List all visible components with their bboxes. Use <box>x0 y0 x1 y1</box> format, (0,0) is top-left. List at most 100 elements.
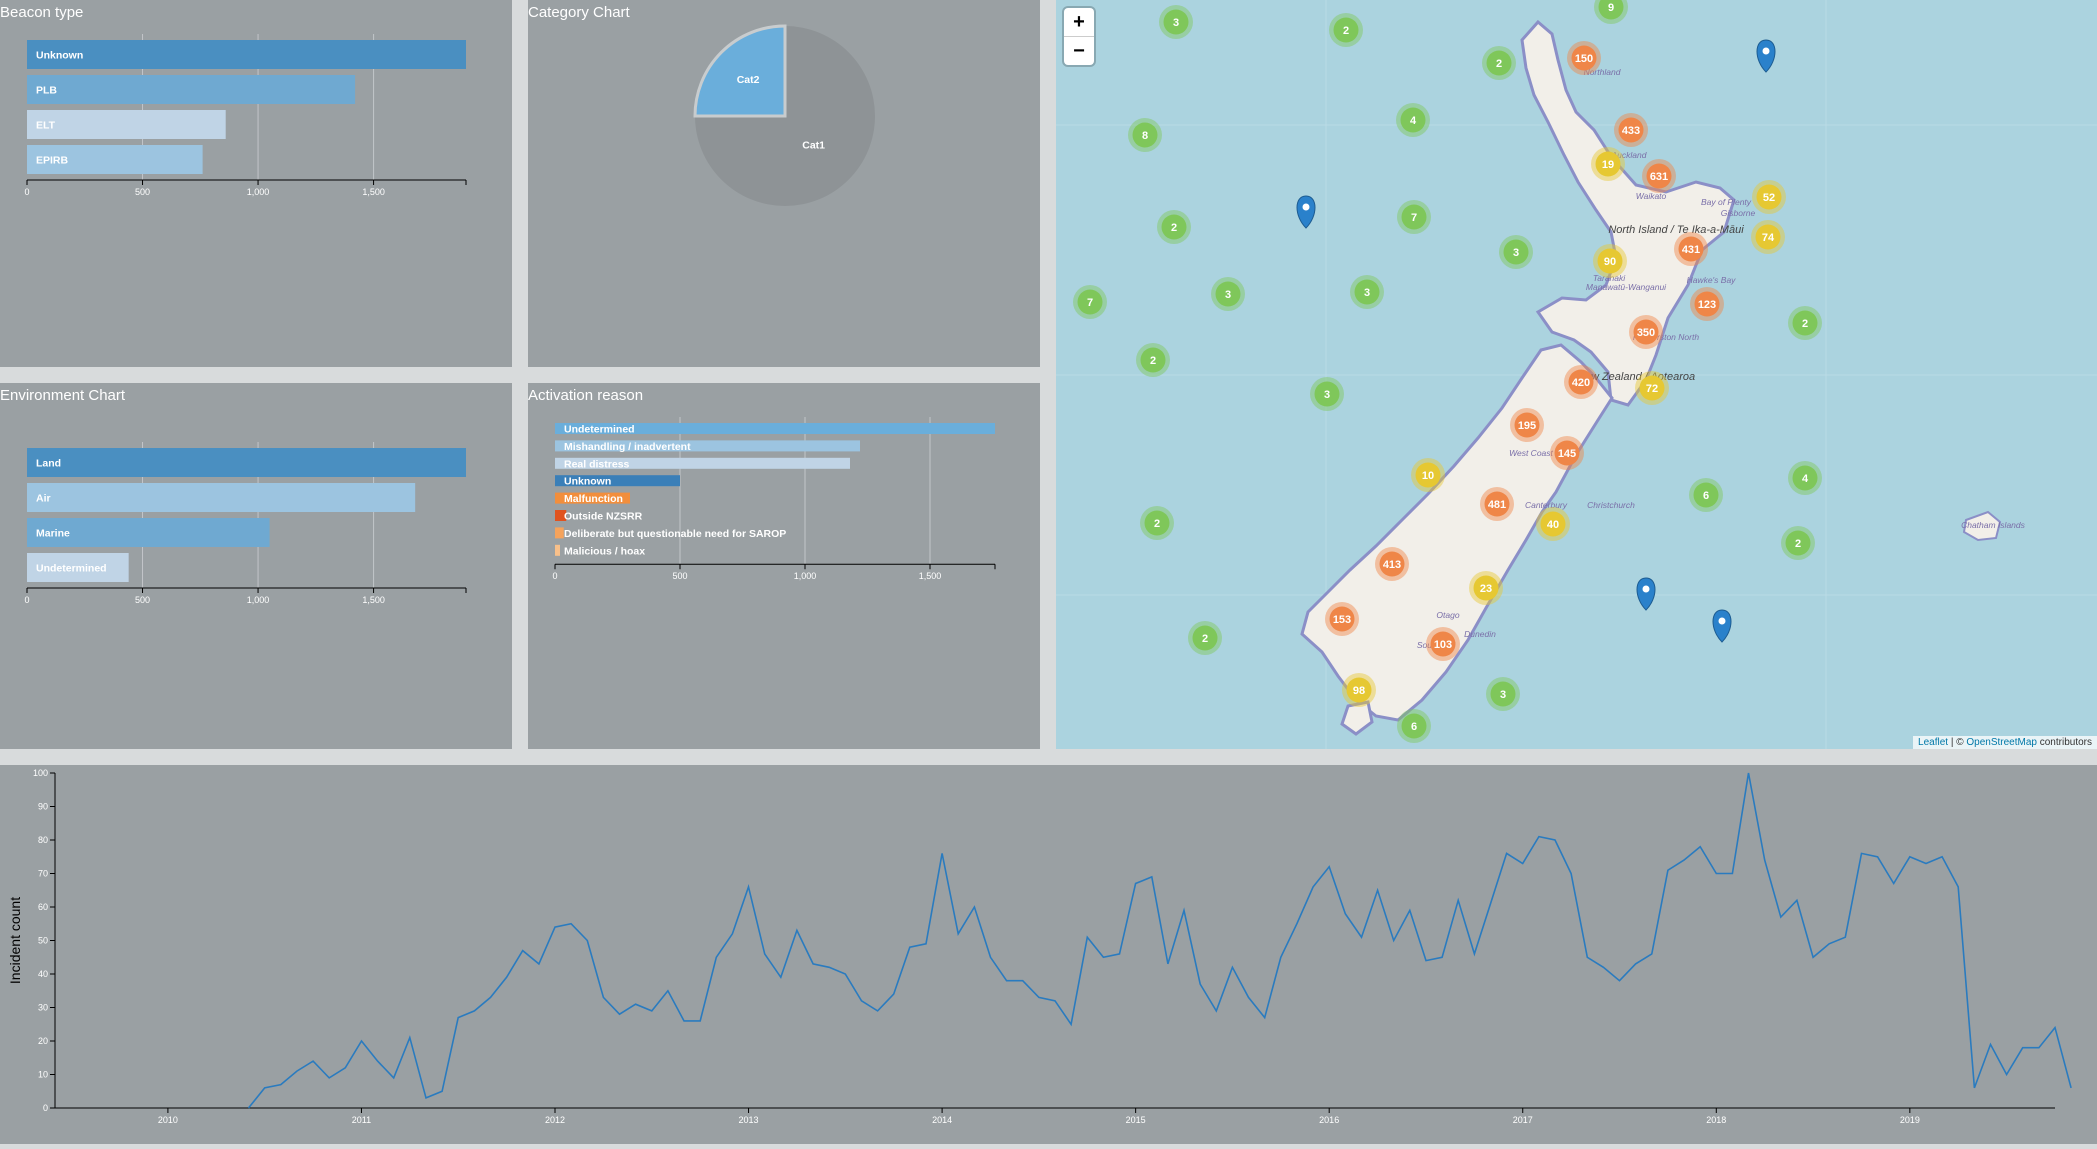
map-marker-pin-icon[interactable] <box>1712 609 1732 643</box>
map-cluster[interactable]: 90 <box>1593 244 1627 278</box>
map-place-label: Chatham Islands <box>1961 520 2026 530</box>
map-cluster[interactable]: 2 <box>1482 46 1516 80</box>
map-cluster[interactable]: 23 <box>1469 571 1503 605</box>
map-cluster[interactable]: 7 <box>1073 285 1107 319</box>
map-canvas[interactable]: NorthlandAucklandWaikatoBay of PlentyGis… <box>1056 0 2097 749</box>
environment-x-tick-label: 1,500 <box>362 595 385 605</box>
environment-bar-label: Undetermined <box>36 563 107 575</box>
map-cluster[interactable]: 98 <box>1342 673 1376 707</box>
activation-bar-label: Unknown <box>564 476 611 488</box>
map-cluster[interactable]: 3 <box>1499 235 1533 269</box>
map-cluster-count: 481 <box>1488 499 1506 511</box>
zoom-out-button[interactable]: − <box>1064 36 1094 65</box>
environment-chart-title: Environment Chart <box>0 387 126 404</box>
map-cluster[interactable]: 10 <box>1411 458 1445 492</box>
map-cluster[interactable]: 3 <box>1159 5 1193 39</box>
incident-count-series-line <box>247 772 2072 1109</box>
x-tick-label: 2010 <box>158 1115 178 1125</box>
map-cluster-count: 3 <box>1173 17 1179 29</box>
map-cluster[interactable]: 2 <box>1157 210 1191 244</box>
map-cluster[interactable]: 103 <box>1426 627 1460 661</box>
map-cluster-count: 103 <box>1434 639 1452 651</box>
map-cluster[interactable]: 150 <box>1567 41 1601 75</box>
map-cluster[interactable]: 145 <box>1550 436 1584 470</box>
map-cluster[interactable]: 52 <box>1752 180 1786 214</box>
beacon-x-tick-label: 500 <box>135 187 150 197</box>
map-cluster[interactable]: 2 <box>1788 306 1822 340</box>
map-cluster-count: 150 <box>1575 53 1593 65</box>
attribution-separator: | © <box>1948 737 1967 748</box>
map-place-label: Gisborne <box>1721 208 1756 218</box>
environment-bar[interactable] <box>27 483 416 512</box>
activation-x-tick-label: 0 <box>552 571 557 581</box>
environment-x-tick-label: 500 <box>135 595 150 605</box>
map-marker-pin-icon[interactable] <box>1756 39 1776 73</box>
beacon-bar[interactable] <box>27 75 356 104</box>
map-cluster[interactable]: 19 <box>1591 147 1625 181</box>
map-place-label: North Island / Te Ika-a-Māui <box>1608 224 1744 236</box>
map-cluster[interactable]: 3 <box>1350 275 1384 309</box>
map-cluster[interactable]: 2 <box>1781 526 1815 560</box>
map-cluster-count: 74 <box>1762 232 1775 244</box>
map-marker-dot <box>1718 617 1726 625</box>
map-cluster[interactable]: 123 <box>1690 287 1724 321</box>
leaflet-link[interactable]: Leaflet <box>1918 737 1948 748</box>
incident-count-line-chart: 0 10 20 30 40 50 60 70 80 90 100 2010 2011 2012 2013 20… <box>7 768 2072 1125</box>
map-cluster-count: 4 <box>1802 473 1809 485</box>
activation-bar[interactable] <box>555 527 564 539</box>
beacon-bar-label: Unknown <box>36 50 83 62</box>
map-cluster[interactable]: 350 <box>1629 315 1663 349</box>
beacon-type-chart: Unknown PLB ELT EPIRB 0 500 1,000 1,500 <box>24 34 467 197</box>
map-cluster[interactable]: 6 <box>1397 709 1431 743</box>
map-cluster[interactable]: 2 <box>1188 621 1222 655</box>
pie-slice[interactable] <box>693 24 787 118</box>
map-cluster[interactable]: 72 <box>1635 371 1669 405</box>
map-cluster[interactable]: 433 <box>1614 113 1648 147</box>
map-cluster[interactable]: 2 <box>1140 506 1174 540</box>
map-cluster[interactable]: 3 <box>1486 677 1520 711</box>
activation-reason-title: Activation reason <box>528 387 644 404</box>
map-cluster[interactable]: 420 <box>1564 365 1598 399</box>
map-cluster[interactable]: 9 <box>1594 0 1628 24</box>
map-cluster[interactable]: 413 <box>1375 547 1409 581</box>
map-cluster[interactable]: 7 <box>1397 200 1431 234</box>
map-marker-pin-icon[interactable] <box>1296 195 1316 229</box>
map-cluster[interactable]: 431 <box>1674 232 1708 266</box>
beacon-bar[interactable] <box>27 110 226 139</box>
x-tick-label: 2013 <box>739 1115 759 1125</box>
map-cluster-count: 98 <box>1353 685 1365 697</box>
map-cluster-count: 3 <box>1225 289 1231 301</box>
map-cluster[interactable]: 3 <box>1310 377 1344 411</box>
map-cluster-count: 19 <box>1602 159 1614 171</box>
activation-bar[interactable] <box>555 544 560 556</box>
map-cluster[interactable]: 74 <box>1751 220 1785 254</box>
activation-bar-label: Malfunction <box>564 493 623 505</box>
openstreetmap-link[interactable]: OpenStreetMap <box>1966 737 2037 748</box>
zoom-in-button[interactable]: + <box>1064 8 1094 36</box>
map-cluster[interactable]: 481 <box>1480 487 1514 521</box>
map-cluster[interactable]: 40 <box>1536 507 1570 541</box>
beacon-x-tick-label: 0 <box>24 187 29 197</box>
x-tick-label: 2014 <box>932 1115 952 1125</box>
zoom-control: + − <box>1064 8 1094 65</box>
map-cluster[interactable]: 2 <box>1329 13 1363 47</box>
map-cluster[interactable]: 4 <box>1396 103 1430 137</box>
map-cluster-count: 350 <box>1637 327 1655 339</box>
map-cluster[interactable]: 195 <box>1510 408 1544 442</box>
map-cluster-count: 195 <box>1518 420 1536 432</box>
map-cluster[interactable]: 6 <box>1689 478 1723 512</box>
map-panel[interactable]: Northland Auckland Waikato Bay of Plenty Gis… <box>1056 0 2097 749</box>
y-tick-label: 90 <box>38 802 48 812</box>
map-cluster[interactable]: 631 <box>1642 159 1676 193</box>
y-tick-label: 60 <box>38 902 48 912</box>
map-cluster[interactable]: 3 <box>1211 277 1245 311</box>
category-pie-chart: Cat1 Cat2 <box>693 24 875 206</box>
environment-bar[interactable] <box>27 448 466 477</box>
map-clusters[interactable]: 3292 150433481963152723 431749073 312323502… <box>1073 0 1822 743</box>
beacon-bar[interactable] <box>27 40 466 69</box>
map-cluster[interactable]: 2 <box>1136 343 1170 377</box>
map-cluster[interactable]: 153 <box>1325 602 1359 636</box>
map-cluster[interactable]: 4 <box>1788 461 1822 495</box>
map-marker-pin-icon[interactable] <box>1636 577 1656 611</box>
map-cluster[interactable]: 8 <box>1128 118 1162 152</box>
